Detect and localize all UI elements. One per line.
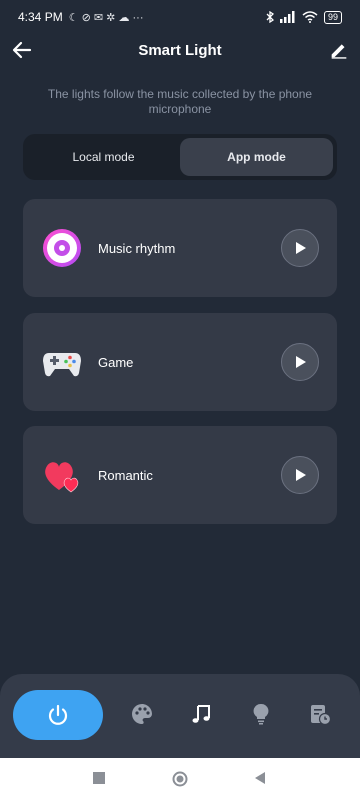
card-label: Game <box>98 354 134 370</box>
play-icon <box>296 242 306 254</box>
bulb-icon[interactable] <box>249 702 273 726</box>
mode-description: The lights follow the music collected by… <box>47 87 313 116</box>
app-header: Smart Light <box>0 34 360 66</box>
status-notification-icons: ☾ ⊘ ✉ ✲ ☁ ··· <box>68 11 144 24</box>
mode-toggle: Local mode App mode <box>23 134 337 180</box>
music-disc-icon <box>41 227 83 269</box>
signal-icon <box>279 11 295 23</box>
power-icon <box>48 704 68 725</box>
card-label: Music rhythm <box>98 240 176 256</box>
back-triangle-icon[interactable] <box>253 771 267 785</box>
local-mode-button[interactable]: Local mode <box>27 138 180 176</box>
power-button[interactable] <box>13 690 103 740</box>
edit-pencil-icon[interactable] <box>328 38 350 60</box>
play-button[interactable] <box>281 343 319 381</box>
back-arrow-icon[interactable] <box>10 38 34 62</box>
hearts-icon <box>41 454 83 496</box>
recent-apps-icon[interactable] <box>92 771 106 785</box>
play-button[interactable] <box>281 229 319 267</box>
bluetooth-icon <box>266 11 274 23</box>
system-nav-bar <box>0 758 360 800</box>
battery-indicator: 99 <box>323 10 342 24</box>
app-mode-button[interactable]: App mode <box>180 138 333 176</box>
wifi-icon <box>302 11 318 23</box>
bottom-nav <box>0 674 360 758</box>
play-icon <box>296 356 306 368</box>
schedule-icon[interactable] <box>308 702 332 726</box>
music-note-icon[interactable] <box>189 702 213 726</box>
home-icon[interactable] <box>171 771 189 789</box>
gamepad-icon <box>41 341 83 383</box>
status-time: 4:34 PM <box>18 10 63 24</box>
card-label: Romantic <box>98 467 153 483</box>
play-button[interactable] <box>281 456 319 494</box>
page-title: Smart Light <box>138 41 222 59</box>
play-icon <box>296 469 306 481</box>
music-rhythm-card[interactable]: Music rhythm <box>23 199 337 297</box>
palette-icon[interactable] <box>130 702 154 726</box>
game-card[interactable]: Game <box>23 313 337 411</box>
romantic-card[interactable]: Romantic <box>23 426 337 524</box>
status-bar: 4:34 PM ☾ ⊘ ✉ ✲ ☁ ··· 99 <box>0 0 360 34</box>
